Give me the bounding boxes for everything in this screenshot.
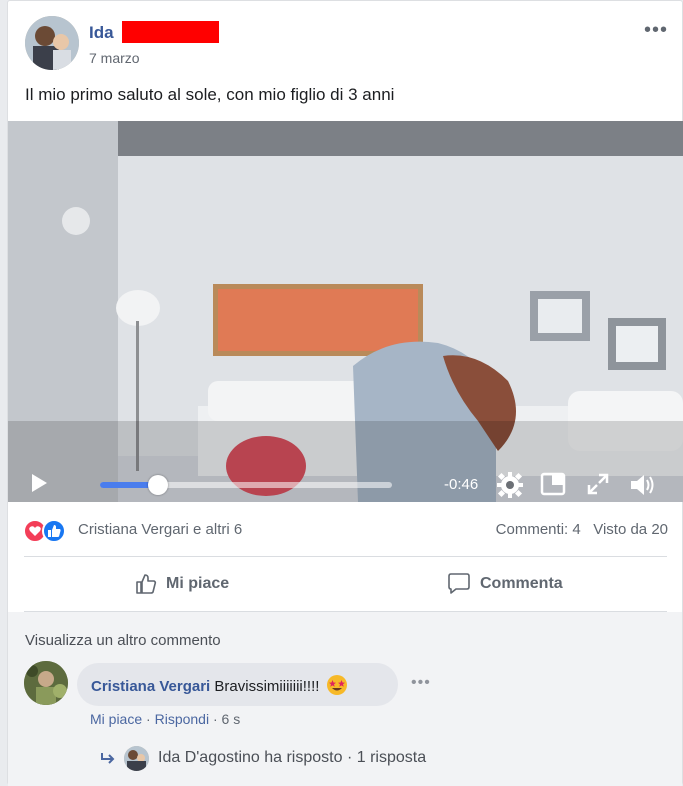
- reacted-by-text[interactable]: Cristiana Vergari e altri 6: [78, 521, 242, 538]
- commenter-avatar[interactable]: [24, 661, 68, 705]
- comment-like-link[interactable]: Mi piace: [90, 711, 142, 727]
- video-progress-bar[interactable]: [100, 475, 392, 495]
- reply-author-avatar: [124, 745, 149, 771]
- views-count[interactable]: Visto da 20: [593, 521, 668, 538]
- reply-summary: Ida D'agostino ha risposto · 1 risposta: [158, 749, 427, 766]
- reply-arrow-icon: [101, 753, 115, 764]
- author-avatar[interactable]: [25, 16, 79, 70]
- star-struck-emoji-icon: [326, 674, 348, 700]
- like-label: Mi piace: [166, 575, 230, 592]
- view-replies-link[interactable]: Ida D'agostino ha risposto · 1 risposta: [100, 745, 426, 771]
- video-frame: [8, 121, 683, 502]
- post-stats: Cristiana Vergari e altri 6 Commenti: 4 …: [8, 502, 682, 557]
- comment-bubble-icon: [448, 573, 470, 594]
- comment-text: Bravissimiiiiiii!!!!: [214, 677, 320, 695]
- post-text: Il mio primo saluto al sole, con mio fig…: [25, 85, 395, 104]
- post-date[interactable]: 7 marzo: [89, 50, 140, 66]
- post-counts: Commenti: 4 Visto da 20: [496, 521, 668, 538]
- view-more-comments-link[interactable]: Visualizza un altro commento: [25, 632, 221, 649]
- comment-label: Commenta: [480, 575, 563, 592]
- post-actions: Mi piace Commenta: [8, 557, 682, 612]
- post-header: Ida 7 marzo ••• Il mio primo saluto al s…: [8, 1, 682, 121]
- comment-more-options-icon[interactable]: •••: [411, 674, 431, 692]
- video-player[interactable]: -0:46: [8, 121, 683, 502]
- post-card: Ida 7 marzo ••• Il mio primo saluto al s…: [7, 0, 683, 786]
- comments-count[interactable]: Commenti: 4: [496, 521, 581, 538]
- comments-section: Visualizza un altro commento Cristiana V…: [8, 612, 682, 786]
- author-name[interactable]: Ida: [89, 23, 114, 43]
- like-thumb-icon: [136, 574, 157, 594]
- comment-actions: Mi piace · Rispondi · 6 s: [90, 711, 241, 727]
- more-options-icon[interactable]: •••: [644, 19, 668, 42]
- video-scrub-handle[interactable]: [148, 475, 169, 495]
- video-controls: -0:46: [8, 466, 683, 502]
- like-button[interactable]: Mi piace: [134, 557, 229, 611]
- comment-author[interactable]: Cristiana Vergari: [91, 678, 210, 695]
- video-time-remaining: -0:46: [444, 476, 479, 493]
- redaction-bar: [122, 21, 219, 43]
- comment-reply-link[interactable]: Rispondi: [155, 711, 209, 727]
- reaction-icons[interactable]: [23, 519, 73, 543]
- comment-bubble: Cristiana Vergari Bravissimiiiiiii!!!!: [77, 663, 398, 706]
- comment-button[interactable]: Commenta: [446, 557, 563, 611]
- comment-timestamp[interactable]: 6 s: [222, 711, 241, 727]
